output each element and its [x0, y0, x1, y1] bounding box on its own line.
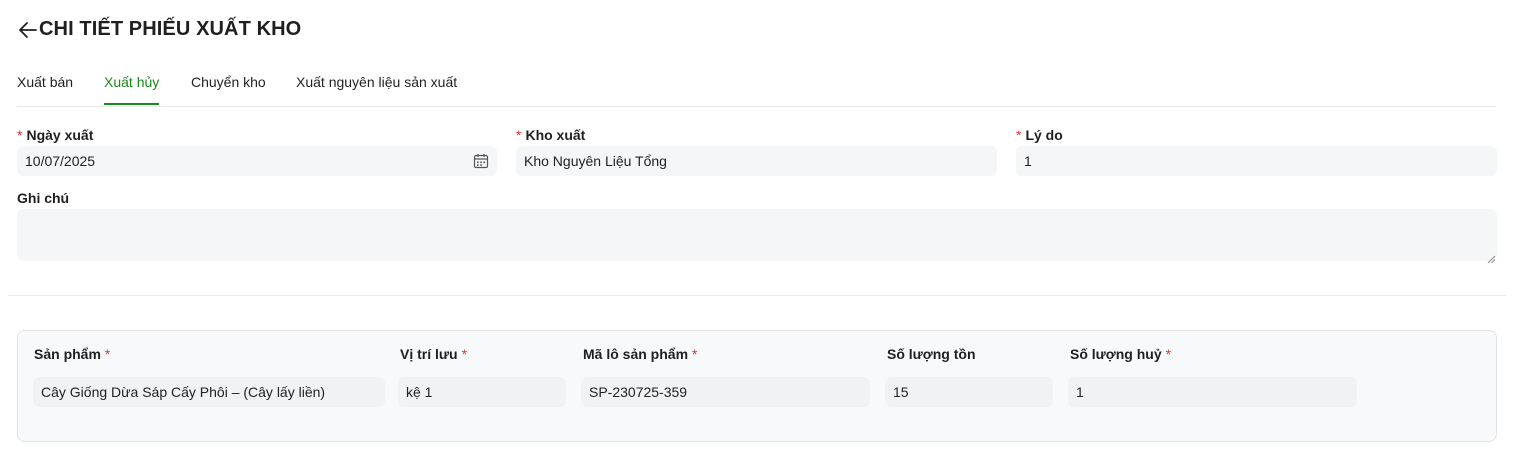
lot-value: SP-230725-359 — [589, 384, 688, 400]
reason-input[interactable]: 1 — [1016, 146, 1497, 176]
lot-col-label-text: Mã lô sản phẩm — [583, 346, 689, 362]
tab-xuat-nguyen-lieu[interactable]: Xuất nguyên liệu sản xuất — [296, 74, 457, 90]
location-select[interactable]: kệ 1 — [398, 377, 566, 407]
qty-value: 1 — [1076, 384, 1084, 400]
qty-col-label-text: Số lượng huỷ — [1070, 346, 1162, 362]
reason-value: 1 — [1024, 153, 1032, 169]
warehouse-label-text: Kho xuất — [525, 127, 586, 143]
stock-value: 15 — [893, 384, 909, 400]
required-mark: * — [104, 346, 111, 362]
location-col-label-text: Vị trí lưu — [400, 346, 458, 362]
location-value: kệ 1 — [406, 384, 433, 400]
product-select[interactable]: Cây Giống Dừa Sáp Cấy Phôi – (Cây lấy li… — [33, 377, 385, 407]
required-mark: * — [692, 346, 698, 362]
qty-input[interactable]: 1 — [1068, 377, 1357, 407]
required-mark: * — [17, 127, 23, 143]
reason-label: * Lý do — [1016, 127, 1063, 143]
export-date-value: 10/07/2025 — [25, 153, 96, 169]
stock-col-label: Số lượng tồn — [887, 346, 976, 362]
page-header: CHI TIẾT PHIẾU XUẤT KHO — [17, 18, 301, 41]
required-mark: * — [1165, 346, 1172, 362]
required-mark: * — [516, 127, 522, 143]
export-date-label: * Ngày xuất — [17, 127, 93, 143]
note-label: Ghi chú — [17, 190, 70, 206]
warehouse-label: * Kho xuất — [516, 127, 585, 143]
reason-label-text: Lý do — [1025, 127, 1063, 143]
tab-xuat-ban[interactable]: Xuất bán — [17, 74, 73, 90]
page-title: CHI TIẾT PHIẾU XUẤT KHO — [39, 18, 302, 40]
tab-bar: Xuất bán Xuất hủy Chuyển kho Xuất nguyên… — [17, 62, 1496, 107]
warehouse-value: Kho Nguyên Liệu Tổng — [524, 153, 667, 169]
product-col-label: Sản phẩm * — [34, 346, 110, 362]
product-item-card: Sản phẩm * Vị trí lưu * Mã lô sản phẩm * Số… — [17, 330, 1497, 442]
note-textarea[interactable] — [17, 209, 1497, 264]
required-mark: * — [461, 346, 468, 362]
export-date-label-text: Ngày xuất — [26, 127, 94, 143]
export-date-input[interactable]: 10/07/2025 — [17, 146, 497, 176]
warehouse-select[interactable]: Kho Nguyên Liệu Tổng — [516, 146, 997, 176]
location-col-label: Vị trí lưu * — [400, 346, 467, 362]
resize-handle-icon[interactable] — [1487, 251, 1496, 264]
qty-col-label: Số lượng huỷ * — [1070, 346, 1171, 362]
arrow-left-icon[interactable] — [17, 19, 39, 41]
tab-chuyen-kho[interactable]: Chuyển kho — [191, 74, 266, 90]
product-value: Cây Giống Dừa Sáp Cấy Phôi – (Cây lấy li… — [41, 384, 326, 400]
lot-col-label: Mã lô sản phẩm * — [583, 346, 697, 362]
calendar-icon[interactable] — [473, 153, 489, 169]
required-mark: * — [1016, 127, 1022, 143]
section-divider — [8, 295, 1506, 296]
tab-xuat-huy[interactable]: Xuất hủy — [104, 74, 159, 90]
lot-select[interactable]: SP-230725-359 — [581, 377, 870, 407]
stock-field: 15 — [885, 377, 1053, 407]
product-col-label-text: Sản phẩm — [34, 346, 101, 362]
active-tab-indicator — [104, 103, 159, 105]
